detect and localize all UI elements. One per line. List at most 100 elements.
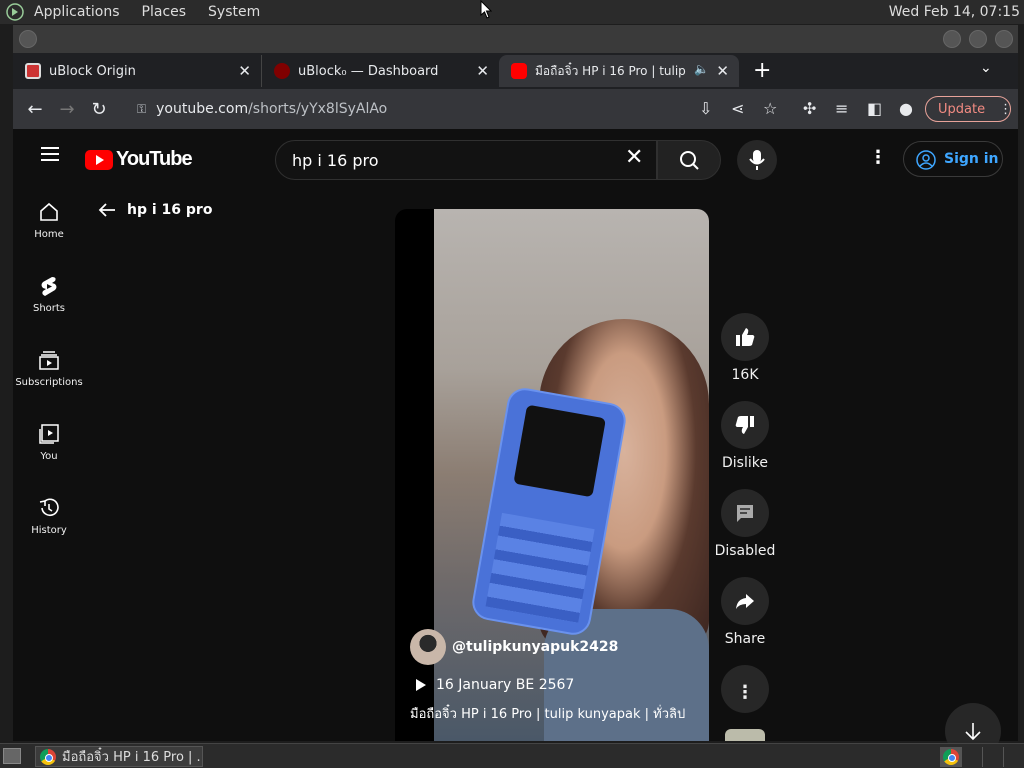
- tab-ublock-dashboard[interactable]: uBlock₀ — Dashboard ✕: [261, 55, 499, 87]
- settings-menu-icon[interactable]: ⋮: [869, 149, 887, 167]
- workspace-2[interactable]: [961, 747, 982, 767]
- system-top-panel: Applications Places System Wed Feb 14, 0…: [0, 0, 1024, 24]
- taskbar-window-button[interactable]: มือถือจิ๋ว HP i 16 Pro | ...: [35, 746, 203, 767]
- ublock-favicon-icon: [25, 63, 41, 79]
- maximize-button[interactable]: [969, 30, 987, 48]
- channel-avatar[interactable]: [410, 629, 446, 665]
- chrome-menu-icon[interactable]: ⋮: [999, 102, 1012, 117]
- install-app-icon[interactable]: ⇩: [699, 99, 712, 118]
- sign-in-label: Sign in: [944, 151, 999, 167]
- workspace-1[interactable]: [940, 747, 961, 767]
- share-arrow-icon: [736, 594, 754, 609]
- sidebar-label: Subscriptions: [15, 377, 83, 388]
- bottom-taskbar: มือถือจิ๋ว HP i 16 Pro | ...: [0, 743, 1024, 768]
- share-icon[interactable]: ⋖: [731, 99, 744, 118]
- tab-search-chevron-icon[interactable]: ⌄: [980, 60, 992, 76]
- arrow-left-icon: [98, 203, 115, 217]
- os-logo-icon[interactable]: [4, 1, 26, 23]
- browser-window: uBlock Origin ✕ uBlock₀ — Dashboard ✕ มื…: [13, 25, 1018, 759]
- sidebar-item-you[interactable]: You: [13, 407, 85, 481]
- address-bar-row: ← → ↻ ⚿ youtube.com/shorts/yYx8lSyAlAo ⇩…: [13, 89, 1018, 129]
- dislike-button[interactable]: Dislike: [713, 401, 777, 489]
- youtube-logo[interactable]: YouTube: [85, 148, 193, 171]
- back-to-search[interactable]: hp i 16 pro: [97, 201, 212, 219]
- taskbar-window-title: มือถือจิ๋ว HP i 16 Pro | ...: [62, 750, 202, 765]
- sidebar-label: Home: [34, 229, 64, 240]
- reload-button[interactable]: ↻: [83, 99, 115, 120]
- video-date: 16 January BE 2567: [436, 677, 575, 693]
- applications-menu[interactable]: Applications: [34, 4, 120, 20]
- audio-playing-icon[interactable]: 🔈: [694, 62, 709, 76]
- clock[interactable]: Wed Feb 14, 07:15: [889, 4, 1020, 20]
- sidebar-label: Shorts: [32, 303, 66, 314]
- extensions-icon[interactable]: ✣: [803, 99, 816, 118]
- ublock-favicon-icon: [274, 63, 290, 79]
- url-host: youtube.com: [156, 101, 249, 117]
- guide-menu-icon[interactable]: [41, 147, 59, 161]
- video-title[interactable]: มือถือจิ๋ว HP i 16 Pro | tulip kunyapak …: [410, 703, 710, 721]
- url-field[interactable]: ⚿ youtube.com/shorts/yYx8lSyAlAo: [137, 94, 713, 124]
- history-icon: [39, 498, 59, 517]
- forward-button[interactable]: →: [51, 99, 83, 120]
- channel-row[interactable]: @tulipkunyapuk2428: [410, 629, 710, 665]
- sidebar-label: History: [31, 525, 67, 536]
- minimize-button[interactable]: [943, 30, 961, 48]
- video-date-row: 16 January BE 2567: [410, 677, 710, 693]
- youtube-favicon-icon: [511, 63, 527, 79]
- media-queue-icon[interactable]: ≡: [835, 99, 848, 118]
- workspace-3[interactable]: [982, 747, 1003, 767]
- tab-title: uBlock₀ — Dashboard: [298, 63, 439, 79]
- sidebar-item-subscriptions[interactable]: Subscriptions: [13, 333, 85, 407]
- tab-ublock-origin[interactable]: uBlock Origin ✕: [13, 55, 261, 87]
- show-desktop-icon[interactable]: [3, 748, 21, 764]
- new-tab-button[interactable]: +: [753, 58, 771, 83]
- sidebar-item-home[interactable]: Home: [13, 185, 85, 259]
- channel-name[interactable]: @tulipkunyapuk2428: [452, 639, 618, 655]
- update-button[interactable]: Update ⋮: [925, 96, 1012, 122]
- close-tab-icon[interactable]: ✕: [238, 62, 251, 80]
- workspace-4[interactable]: [1003, 747, 1024, 767]
- youtube-page: YouTube hp i 16 pro ✕ ⋮ Sign in Home Sho…: [13, 129, 1018, 759]
- home-icon: [40, 202, 58, 221]
- sign-in-button[interactable]: Sign in: [903, 141, 1003, 177]
- subscriptions-icon: [39, 351, 59, 370]
- search-button[interactable]: [657, 140, 721, 180]
- chrome-icon: [40, 748, 56, 765]
- sidebar-item-shorts[interactable]: Shorts: [13, 259, 85, 333]
- sound-thumbnail[interactable]: [725, 729, 765, 741]
- workspace-switcher[interactable]: [940, 747, 1024, 767]
- share-button[interactable]: Share: [713, 577, 777, 665]
- site-info-icon[interactable]: ⚿: [137, 102, 146, 117]
- voice-search-button[interactable]: [737, 140, 777, 180]
- clear-search-icon[interactable]: ✕: [625, 145, 643, 170]
- bookmark-star-icon[interactable]: ☆: [763, 99, 777, 118]
- tab-title: uBlock Origin: [49, 63, 136, 79]
- back-button[interactable]: ←: [19, 99, 51, 120]
- tab-strip: uBlock Origin ✕ uBlock₀ — Dashboard ✕ มื…: [13, 53, 1018, 89]
- comments-button[interactable]: Disabled: [713, 489, 777, 577]
- like-button[interactable]: 16K: [713, 313, 777, 401]
- close-tab-icon[interactable]: ✕: [476, 62, 489, 80]
- tab-youtube-short[interactable]: มือถือจิ๋ว HP i 16 Pro | tulip 🔈 ✕: [499, 55, 739, 87]
- back-label: hp i 16 pro: [127, 202, 213, 218]
- close-window-button[interactable]: [995, 30, 1013, 48]
- search-input[interactable]: hp i 16 pro: [275, 140, 657, 180]
- sidebar-item-history[interactable]: History: [13, 481, 85, 555]
- youtube-header: YouTube hp i 16 pro ✕ ⋮ Sign in: [13, 129, 1018, 185]
- close-tab-icon[interactable]: ✕: [716, 62, 729, 80]
- like-count: 16K: [731, 367, 759, 383]
- places-menu[interactable]: Places: [142, 4, 187, 20]
- search-value: hp i 16 pro: [292, 150, 379, 170]
- window-menu-icon[interactable]: [19, 30, 37, 48]
- profile-icon[interactable]: ●: [899, 99, 913, 118]
- play-icon[interactable]: [416, 679, 426, 691]
- system-menu[interactable]: System: [208, 4, 260, 20]
- side-panel-icon[interactable]: ◧: [867, 99, 882, 118]
- more-vert-icon: ⋮: [736, 681, 754, 703]
- chrome-icon: [943, 749, 959, 765]
- search-icon: [680, 151, 699, 170]
- microphone-icon: [749, 150, 765, 170]
- sidebar-label: You: [40, 451, 58, 462]
- shorts-icon: [41, 277, 57, 296]
- thumbs-up-icon: [736, 328, 755, 346]
